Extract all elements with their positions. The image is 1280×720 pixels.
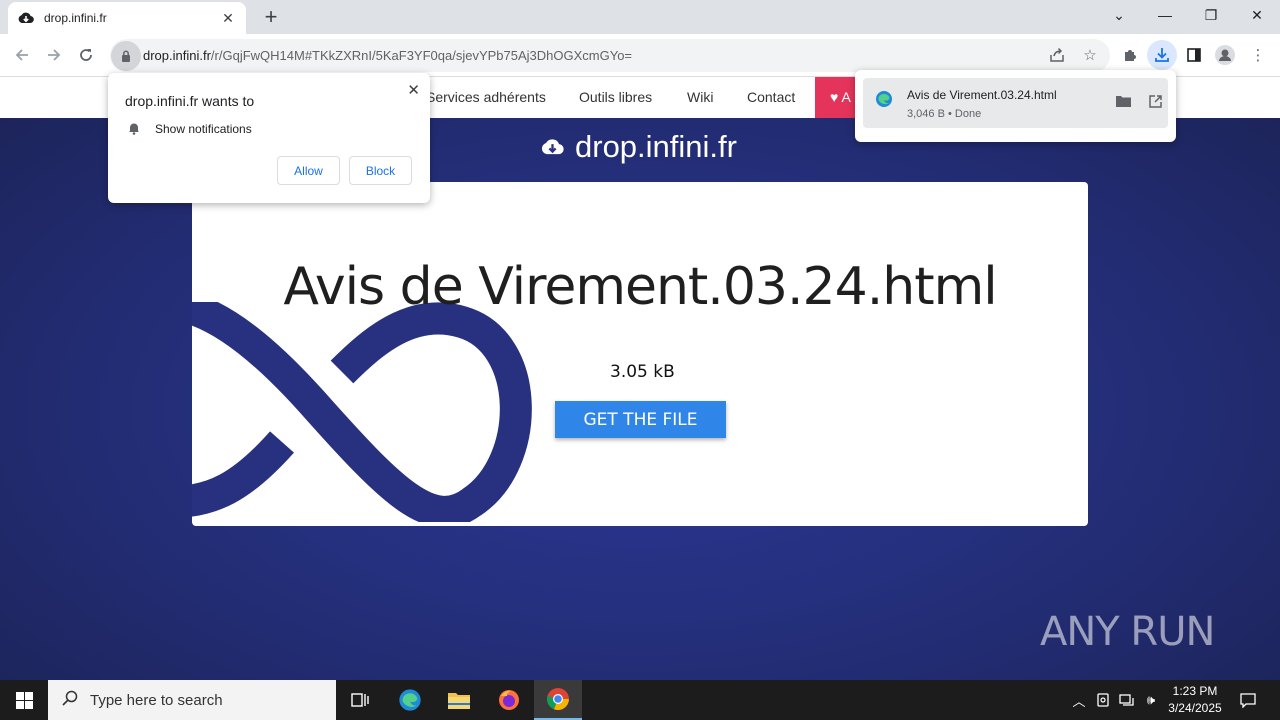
bookmark-star-icon[interactable]: ☆ (1077, 42, 1103, 68)
folder-icon[interactable] (1112, 90, 1134, 112)
tab-strip: drop.infini.fr ✕ + ⌄ — ❐ ✕ (0, 0, 1280, 34)
back-icon[interactable] (8, 41, 36, 69)
download-item[interactable]: Avis de Virement.03.24.html 3,046 B • Do… (863, 78, 1168, 128)
anyrun-watermark: ANY RUN (1040, 609, 1215, 655)
minimize-button[interactable]: — (1142, 0, 1188, 30)
nav-link-wiki[interactable]: Wiki (687, 89, 713, 105)
get-file-button[interactable]: GET THE FILE (555, 401, 726, 438)
cloud-download-icon (18, 10, 34, 26)
download-bubble: Avis de Virement.03.24.html 3,046 B • Do… (855, 70, 1176, 142)
allow-button[interactable]: Allow (277, 156, 340, 185)
nav-link-contact[interactable]: Contact (747, 89, 795, 105)
file-card: Avis de Virement.03.24.html 3.05 kB GET … (192, 182, 1088, 526)
file-explorer-icon[interactable] (435, 680, 483, 720)
file-size: 3.05 kB (610, 362, 675, 382)
bell-icon (127, 121, 141, 140)
new-tab-button[interactable]: + (258, 4, 284, 30)
block-button[interactable]: Block (349, 156, 412, 185)
tray-device-icon[interactable] (1092, 680, 1114, 720)
file-name-heading: Avis de Virement.03.24.html (283, 257, 997, 317)
download-status: 3,046 B • Done (907, 108, 982, 120)
watermark-text: ANY RUN (1040, 609, 1215, 655)
firefox-icon[interactable] (485, 680, 533, 720)
edge-browser-icon[interactable] (386, 680, 434, 720)
clock-time: 1:23 PM (1172, 684, 1218, 698)
donate-label: A (841, 89, 851, 105)
share-icon[interactable] (1044, 42, 1070, 68)
heart-icon: ♥ (830, 89, 839, 105)
site-logo-text: drop.infini.fr (575, 129, 737, 164)
permission-text: Show notifications (155, 122, 252, 136)
donate-button[interactable]: ♥ A (815, 77, 855, 118)
popup-close-icon[interactable]: ✕ (407, 81, 420, 99)
url-host: drop.infini.fr (143, 48, 211, 63)
nav-link-outils[interactable]: Outils libres (579, 89, 652, 105)
tab-search-chevron-icon[interactable]: ⌄ (1096, 0, 1142, 30)
infinity-logo-icon (192, 302, 532, 522)
download-file-name: Avis de Virement.03.24.html (907, 88, 1057, 102)
task-view-icon[interactable] (336, 680, 384, 720)
restore-button[interactable]: ❐ (1188, 0, 1234, 30)
lock-icon[interactable] (111, 40, 141, 71)
open-external-icon[interactable] (1144, 90, 1166, 112)
tab-close-icon[interactable]: ✕ (220, 10, 236, 26)
tab-title: drop.infini.fr (44, 11, 107, 25)
network-icon[interactable] (1116, 680, 1138, 720)
download-icon[interactable] (1147, 40, 1177, 70)
search-icon (62, 690, 78, 711)
taskbar-search-box[interactable]: Type here to search (48, 680, 336, 720)
site-logo[interactable]: drop.infini.fr (540, 129, 737, 165)
notification-center-icon[interactable] (1236, 680, 1260, 720)
windows-taskbar: Type here to search ︿ 🕪 1:23 PM 3/24/202… (0, 680, 1280, 720)
browser-tab[interactable]: drop.infini.fr ✕ (8, 2, 246, 34)
clock-date: 3/24/2025 (1168, 701, 1222, 715)
search-placeholder: Type here to search (90, 691, 223, 709)
cloud-download-icon (540, 129, 565, 165)
tray-chevron-icon[interactable]: ︿ (1068, 680, 1090, 720)
profile-avatar-icon[interactable] (1212, 42, 1238, 68)
chrome-icon[interactable] (534, 680, 582, 720)
windows-start-icon[interactable] (0, 680, 48, 720)
url-path: /r/GqjFwQH14M#TKkZXRnI/5KaF3YF0qa/sjevYP… (210, 48, 633, 63)
edge-file-icon (875, 90, 893, 113)
notification-permission-popup: drop.infini.fr wants to ✕ Show notificat… (108, 73, 430, 203)
popup-title: drop.infini.fr wants to (125, 93, 255, 109)
close-window-button[interactable]: ✕ (1234, 0, 1280, 30)
volume-icon[interactable]: 🕪 (1140, 680, 1162, 720)
nav-link-services[interactable]: Services adhérents (426, 89, 546, 105)
url-text[interactable]: drop.infini.fr/r/GqjFwQH14M#TKkZXRnI/5Ka… (143, 48, 632, 63)
reload-icon[interactable] (72, 41, 100, 69)
menu-kebab-icon[interactable]: ⋮ (1245, 42, 1271, 68)
address-bar[interactable]: drop.infini.fr/r/GqjFwQH14M#TKkZXRnI/5Ka… (110, 39, 1110, 72)
side-panel-icon[interactable] (1181, 42, 1207, 68)
forward-icon[interactable] (40, 41, 68, 69)
extensions-icon[interactable] (1117, 42, 1143, 68)
taskbar-clock[interactable]: 1:23 PM 3/24/2025 (1160, 683, 1230, 717)
